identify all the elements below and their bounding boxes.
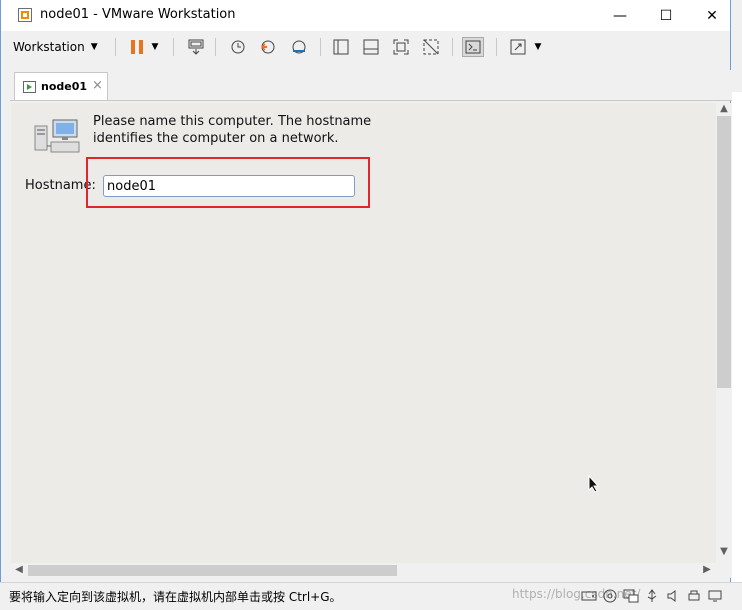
snapshot-icon[interactable] <box>227 37 249 57</box>
horizontal-scroll-thumb[interactable] <box>28 565 397 576</box>
revert-snapshot-icon[interactable] <box>257 37 279 57</box>
mouse-cursor-icon <box>588 475 600 493</box>
sound-icon[interactable] <box>664 587 682 605</box>
hostname-label: Hostname: <box>25 178 96 193</box>
cd-dvd-icon[interactable] <box>601 587 619 605</box>
vm-running-icon <box>23 81 36 93</box>
maximize-button[interactable]: ☐ <box>643 0 689 31</box>
toolbar-separator <box>215 38 216 56</box>
background-page-right <box>731 92 742 592</box>
fullscreen-icon[interactable] <box>390 37 412 57</box>
close-icon[interactable]: × <box>92 78 103 93</box>
pause-icon[interactable] <box>126 37 148 57</box>
console-view-icon[interactable] <box>462 37 484 57</box>
scroll-right-icon[interactable]: ▶ <box>699 564 715 575</box>
vertical-scroll-thumb[interactable] <box>717 116 731 388</box>
hostname-input[interactable] <box>103 175 355 197</box>
vertical-scrollbar[interactable]: ▲ ▼ <box>716 103 732 563</box>
status-message: 要将输入定向到该虚拟机，请在虚拟机内部单击或按 Ctrl+G。 <box>9 590 342 604</box>
tab-label: node01 <box>41 80 88 93</box>
window-title: node01 - VMware Workstation <box>40 7 236 22</box>
scroll-left-icon[interactable]: ◀ <box>11 564 27 575</box>
workstation-menu-label: Workstation <box>13 40 85 54</box>
close-button[interactable]: ✕ <box>689 0 735 31</box>
horizontal-scrollbar[interactable]: ◀ ▶ <box>11 563 716 578</box>
tab-node01[interactable]: node01 × <box>14 72 108 100</box>
scroll-down-icon[interactable]: ▼ <box>716 546 732 557</box>
toolbar: Workstation ▼ ▼ ▼ <box>1 31 730 63</box>
scrollbar-corner <box>716 563 732 578</box>
toolbar-separator <box>496 38 497 56</box>
vm-console[interactable]: Please name this computer. The hostname … <box>11 103 716 563</box>
thumbnail-view-icon[interactable] <box>360 37 382 57</box>
vmware-window: node01 - VMware Workstation — ☐ ✕ Workst… <box>0 0 732 609</box>
minimize-button[interactable]: — <box>597 0 643 31</box>
toolbar-separator <box>320 38 321 56</box>
hard-disk-icon[interactable] <box>580 587 598 605</box>
snapshot-manager-icon[interactable] <box>288 37 310 57</box>
unity-icon[interactable] <box>420 37 442 57</box>
chevron-down-icon[interactable]: ▼ <box>148 37 162 57</box>
stretch-view-icon[interactable] <box>507 37 529 57</box>
vmware-app-icon <box>18 8 32 22</box>
vm-tab-bar: node01 × <box>10 70 732 101</box>
library-view-icon[interactable] <box>330 37 352 57</box>
chevron-down-icon[interactable]: ▼ <box>531 37 545 57</box>
display-icon[interactable] <box>706 587 724 605</box>
scroll-up-icon[interactable]: ▲ <box>716 103 732 114</box>
chevron-down-icon: ▼ <box>90 42 98 52</box>
hostname-prompt: Please name this computer. The hostname … <box>93 114 372 146</box>
usb-icon[interactable] <box>643 587 661 605</box>
send-keys-icon[interactable] <box>185 37 207 57</box>
toolbar-separator <box>115 38 116 56</box>
toolbar-separator <box>452 38 453 56</box>
network-computer-icon <box>34 119 80 153</box>
status-bar: 要将输入定向到该虚拟机，请在虚拟机内部单击或按 Ctrl+G。 https://… <box>0 582 742 610</box>
printer-icon[interactable] <box>685 587 703 605</box>
network-adapter-icon[interactable] <box>622 587 640 605</box>
workstation-menu[interactable]: Workstation ▼ <box>13 37 98 57</box>
device-icons <box>580 587 724 605</box>
toolbar-separator <box>173 38 174 56</box>
title-bar: node01 - VMware Workstation — ☐ ✕ <box>1 0 730 31</box>
